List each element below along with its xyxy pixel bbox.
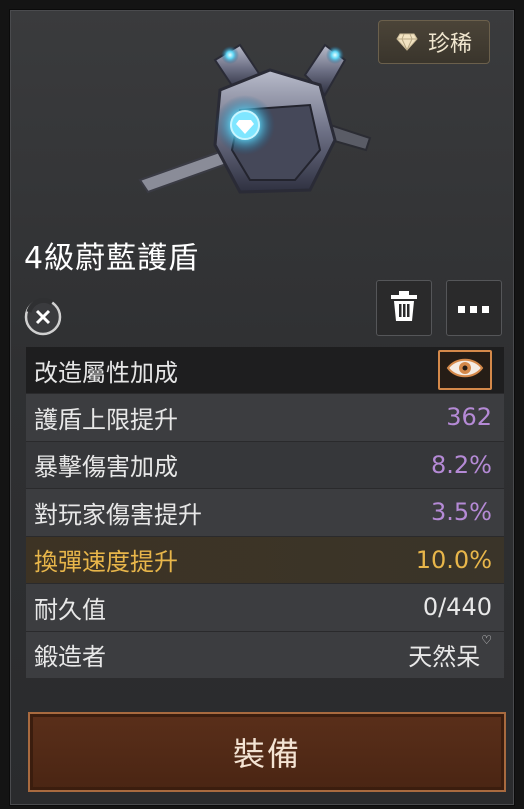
more-dots-icon bbox=[458, 299, 490, 318]
stat-row: 護盾上限提升 362 bbox=[26, 393, 504, 441]
stat-value: 10.0% bbox=[415, 545, 492, 574]
eye-icon bbox=[446, 356, 484, 384]
stat-name: 耐久值 bbox=[34, 595, 106, 624]
stat-row: 耐久值 0/440 bbox=[26, 583, 504, 631]
heart-icon: ♡ bbox=[481, 633, 492, 648]
untradable-icon bbox=[22, 296, 64, 338]
stat-row: 換彈速度提升 10.0% bbox=[26, 535, 504, 583]
stat-value: 362 bbox=[446, 403, 492, 432]
stat-name: 暴擊傷害加成 bbox=[34, 453, 178, 482]
delete-button[interactable] bbox=[376, 280, 432, 336]
stat-value: 3.5% bbox=[431, 498, 492, 527]
stat-row: 暴擊傷害加成 8.2% bbox=[26, 440, 504, 488]
forger-row: 鍛造者 天然呆 ♡ bbox=[26, 630, 504, 678]
armor-vest-image bbox=[120, 30, 400, 205]
more-options-button[interactable] bbox=[446, 280, 502, 336]
item-name: 4級蔚藍護盾 bbox=[24, 241, 200, 276]
equip-button[interactable]: 裝備 bbox=[28, 712, 506, 792]
forger-value[interactable]: 天然呆 ♡ bbox=[408, 633, 492, 672]
rarity-label: 珍稀 bbox=[427, 32, 472, 57]
stat-name: 對玩家傷害提升 bbox=[34, 500, 202, 529]
stats-table: 改造屬性加成 護盾上限提升 362 暴擊傷害加成 8.2% 對玩家傷害提升 3.5% 換彈速… bbox=[26, 347, 504, 678]
forger-name: 天然呆 bbox=[408, 643, 481, 672]
stat-value: 8.2% bbox=[431, 450, 492, 479]
stat-row: 對玩家傷害提升 3.5% bbox=[26, 488, 504, 536]
stat-name: 換彈速度提升 bbox=[34, 548, 178, 577]
stat-value: 0/440 bbox=[422, 593, 492, 622]
eye-toggle-button[interactable] bbox=[438, 350, 492, 390]
stats-header-label: 改造屬性加成 bbox=[34, 358, 178, 387]
forger-label: 鍛造者 bbox=[34, 643, 106, 672]
stat-name: 護盾上限提升 bbox=[34, 405, 178, 434]
item-detail-panel: 珍稀 4級蔚藍護盾 改造屬性加成 護盾上限提升 362 暴擊傷害加成 8.2% … bbox=[10, 10, 514, 805]
trash-icon bbox=[389, 290, 419, 326]
stats-header: 改造屬性加成 bbox=[26, 347, 504, 393]
